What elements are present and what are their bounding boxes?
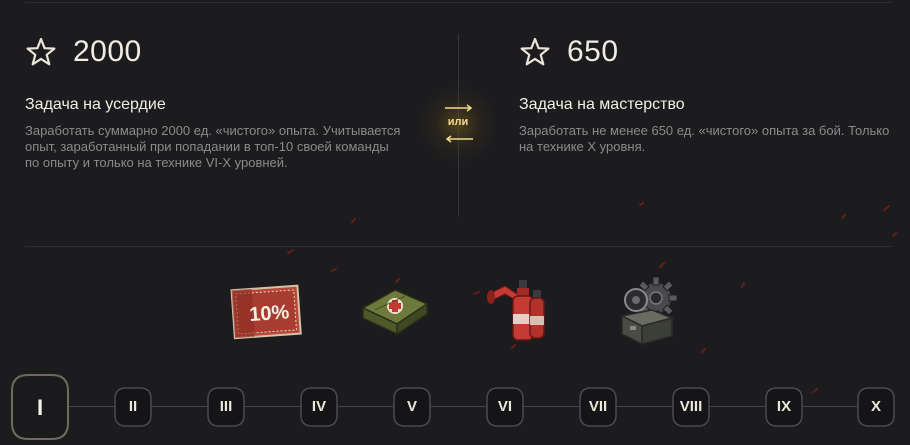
tier-button-1[interactable]: I [10,373,70,441]
tier-button-3[interactable]: III [207,387,245,427]
tier-button-7[interactable]: VII [579,387,617,427]
task-value: 2000 [73,35,142,68]
task-mastery: 650 Задача на мастерство Заработать не м… [519,34,889,155]
tier-label: I [36,395,44,420]
arrow-right-icon [445,104,473,112]
tier-button-5[interactable]: V [393,387,431,427]
tier-button-6[interactable]: VI [486,387,524,427]
tier-label: III [219,398,233,415]
tier-label: IV [311,398,327,415]
tier-label: V [406,398,417,415]
tier-label: IX [776,398,792,415]
or-badge: или [418,84,498,164]
fire-extinguisher-icon[interactable] [483,270,563,350]
tier-label: II [128,398,138,415]
task-description: Заработать суммарно 2000 ед. «чистого» о… [25,123,401,170]
task-title: Задача на усердие [25,96,166,113]
task-diligence: 2000 Задача на усердие Заработать суммар… [25,34,410,171]
tier-connector-line [60,406,870,407]
tier-label: X [870,398,881,415]
tier-label: VII [588,398,608,415]
first-aid-kit-icon[interactable] [355,270,435,350]
rewards-row: 10% [0,262,910,352]
tier-selector: I II III IV V VI VII VIII IX X [0,373,910,445]
task-value: 650 [567,35,619,68]
ticket-label: 10% [249,301,291,326]
star-outline-icon [26,37,56,66]
or-label: или [447,116,469,128]
tier-button-8[interactable]: VIII [672,387,710,427]
tier-label: VI [497,398,513,415]
ticket-10-percent-icon[interactable]: 10% [225,270,305,350]
arrow-left-icon [445,135,473,143]
tier-button-9[interactable]: IX [765,387,803,427]
tier-label: VIII [679,398,703,415]
task-description: Заработать не менее 650 ед. «чистого» оп… [519,123,890,154]
tier-button-4[interactable]: IV [300,387,338,427]
toolbox-gear-icon[interactable] [612,270,692,350]
star-outline-icon [520,37,550,66]
tier-button-2[interactable]: II [114,387,152,427]
tier-button-10[interactable]: X [857,387,895,427]
top-divider [25,2,892,3]
middle-divider [25,246,892,247]
task-title: Задача на мастерство [519,96,685,113]
